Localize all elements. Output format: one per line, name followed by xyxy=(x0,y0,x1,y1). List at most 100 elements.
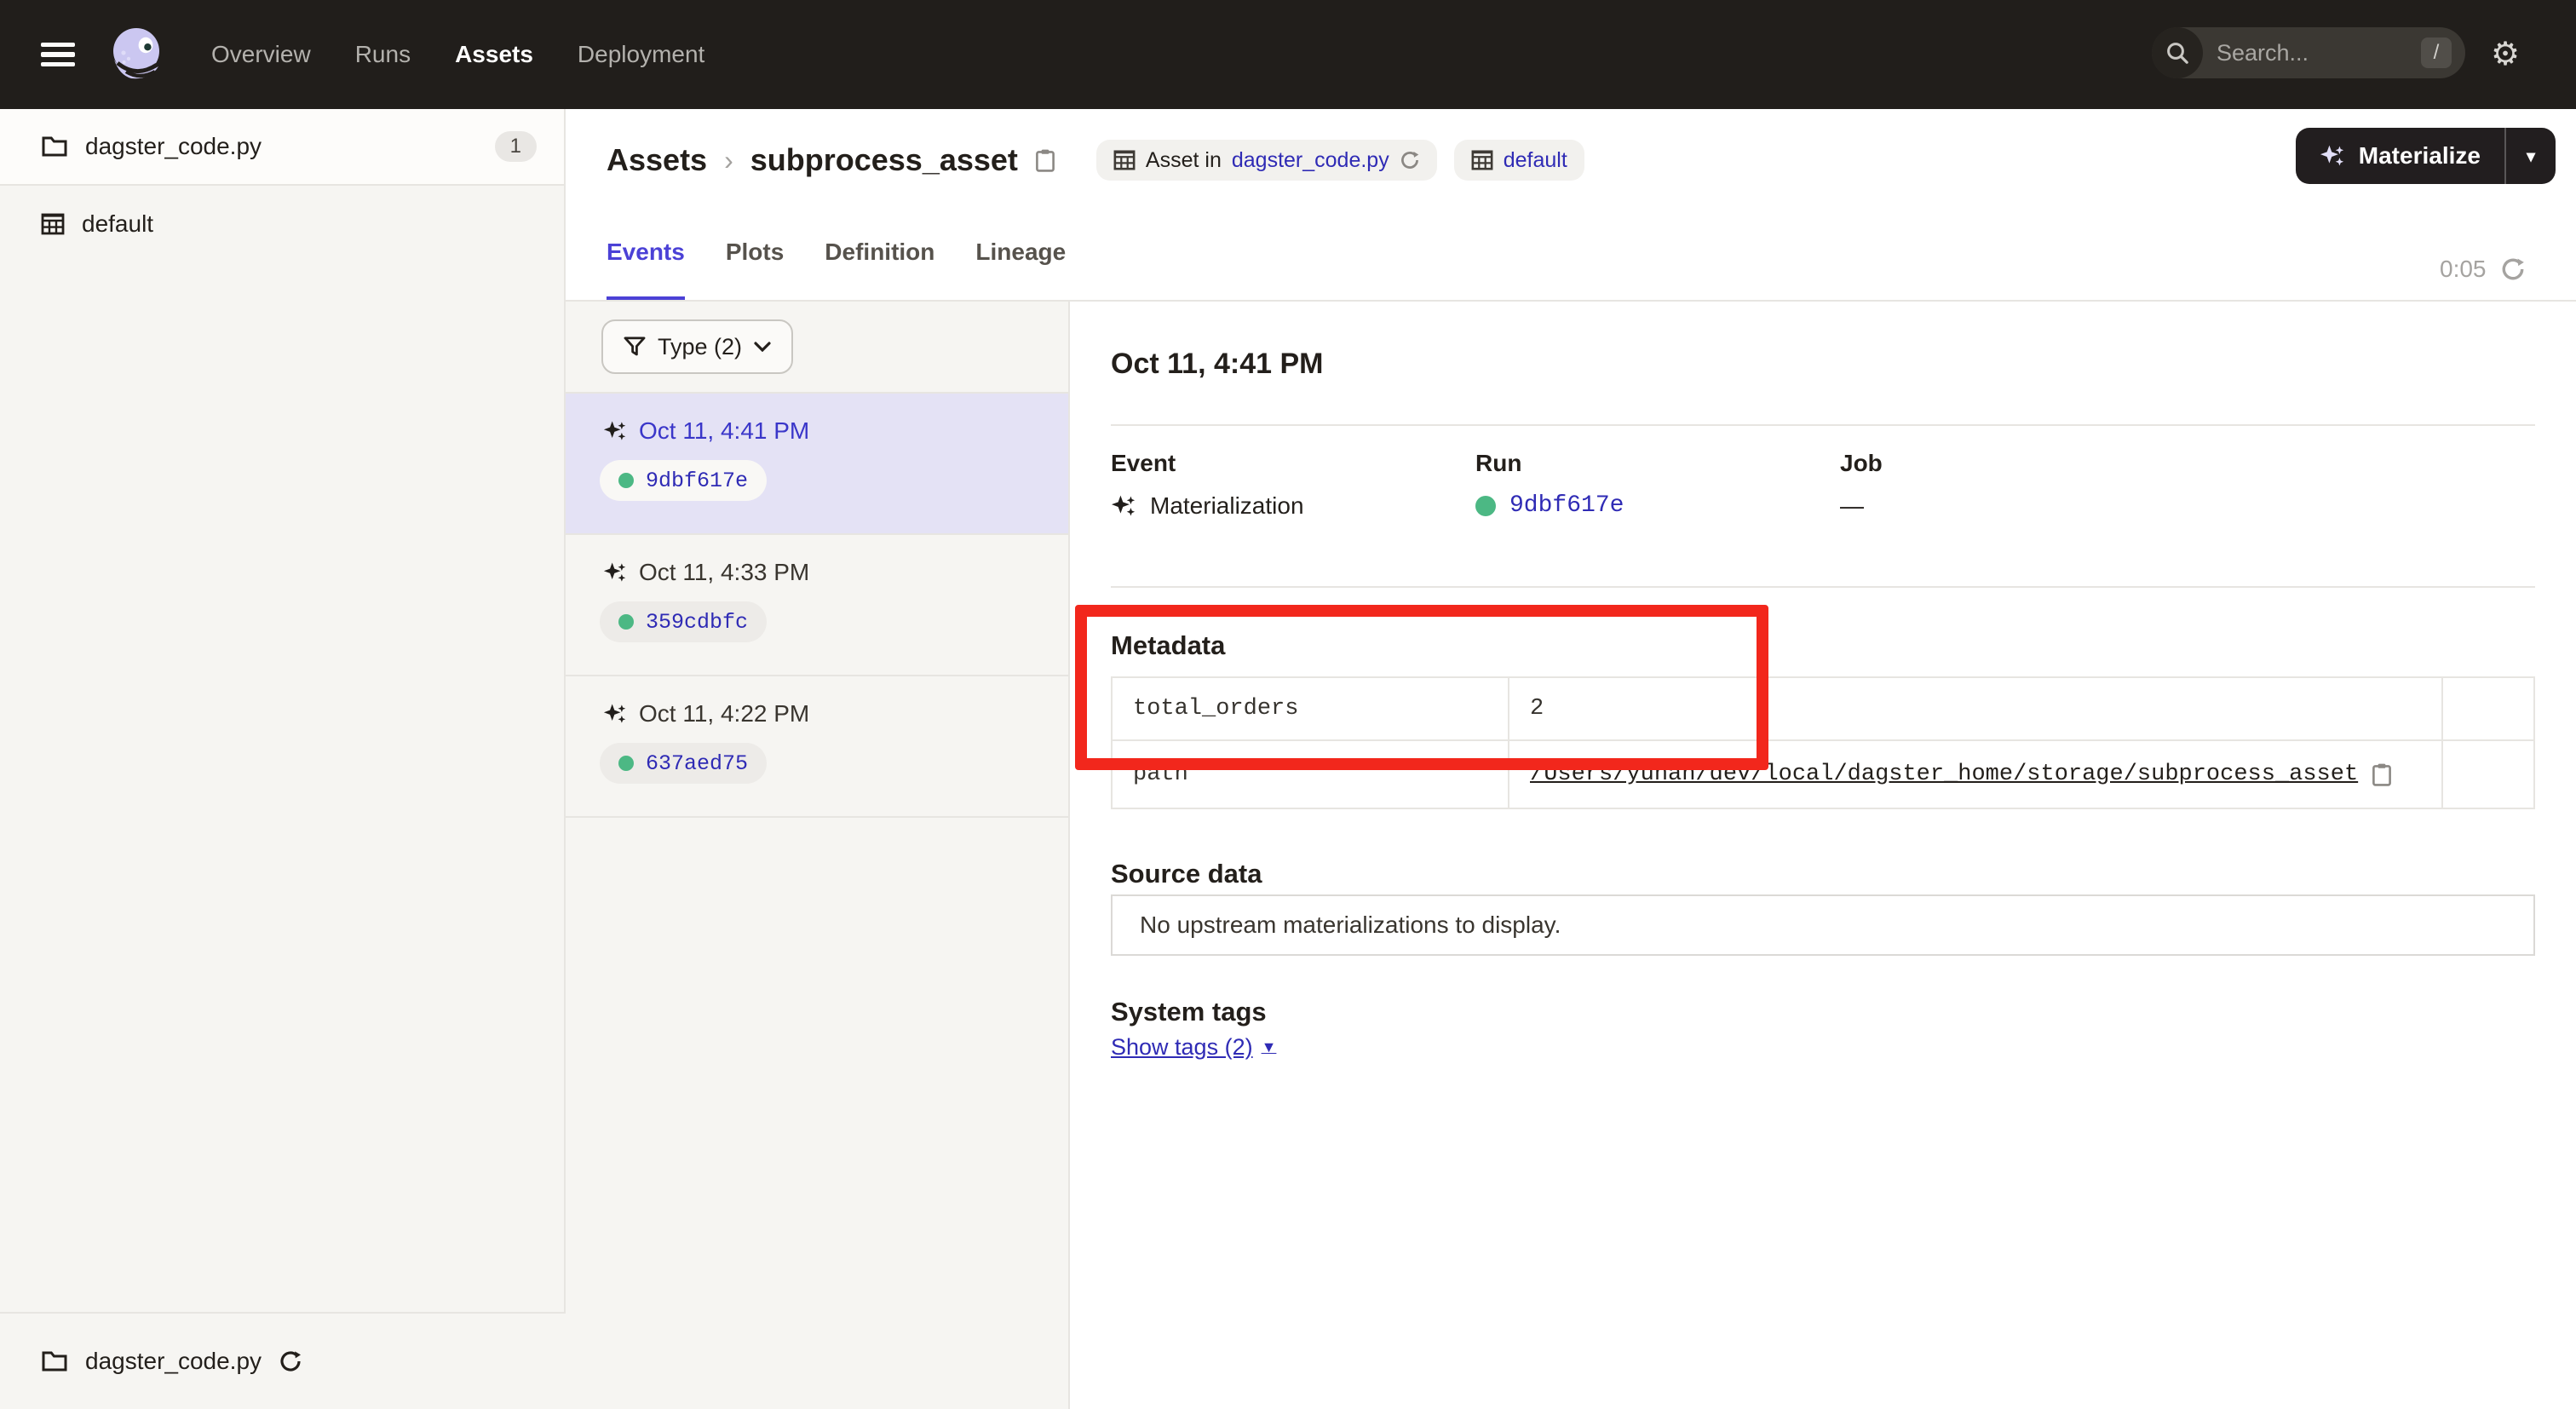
type-filter-button[interactable]: Type (2) xyxy=(601,319,793,374)
run-value: 9dbf617e xyxy=(1475,492,1624,519)
breadcrumb-assets-link[interactable]: Assets xyxy=(607,142,707,178)
asset-location-tag[interactable]: Asset in dagster_code.py xyxy=(1096,140,1437,181)
asset-in-prefix: Asset in xyxy=(1146,148,1222,173)
dagster-app-window: Overview Runs Assets Deployment Search..… xyxy=(0,0,2576,1409)
code-location-link[interactable]: dagster_code.py xyxy=(1232,148,1389,173)
refresh-icon[interactable] xyxy=(2500,256,2526,282)
repo-grid-icon xyxy=(41,212,65,236)
filter-funnel-icon xyxy=(624,336,646,357)
run-success-dot xyxy=(618,614,634,630)
nav-item-runs[interactable]: Runs xyxy=(355,41,411,68)
nav-item-deployment[interactable]: Deployment xyxy=(578,41,704,68)
search-input[interactable]: Search... / xyxy=(2152,27,2465,78)
run-id-pill[interactable]: 9dbf617e xyxy=(600,460,767,501)
materialization-sparkle-icon xyxy=(603,419,627,443)
metadata-key: total_orders xyxy=(1112,677,1509,740)
path-link[interactable]: /Users/yuhan/dev/local/dagster_home/stor… xyxy=(1530,762,2358,787)
auto-refresh-timer: 0:05 xyxy=(2440,256,2526,283)
reload-icon[interactable] xyxy=(279,1349,302,1373)
tab-definition[interactable]: Definition xyxy=(825,239,934,302)
gear-icon[interactable]: ⚙ xyxy=(2491,36,2520,73)
folder-icon xyxy=(41,1349,68,1373)
search-placeholder: Search... xyxy=(2217,40,2421,66)
dagster-logo-icon[interactable] xyxy=(106,24,167,85)
event-list-item[interactable]: Oct 11, 4:33 PM 359cdbfc xyxy=(566,535,1068,676)
run-id: 637aed75 xyxy=(646,751,748,776)
materialize-button[interactable]: Materialize xyxy=(2296,142,2504,170)
source-data-heading: Source data xyxy=(1111,859,1262,889)
copy-path-icon[interactable] xyxy=(2372,762,2392,786)
event-time: Oct 11, 4:33 PM xyxy=(639,559,809,586)
job-column-label: Job xyxy=(1840,450,1883,477)
metadata-expand-cell xyxy=(2442,740,2534,808)
event-list-item[interactable]: Oct 11, 4:22 PM 637aed75 xyxy=(566,676,1068,818)
breadcrumb: Assets › subprocess_asset Asset in dagst… xyxy=(607,140,1584,181)
materialize-split-button: Materialize ▾ xyxy=(2296,128,2556,184)
system-tags-heading: System tags xyxy=(1111,997,1267,1027)
hamburger-menu-icon[interactable] xyxy=(41,43,75,66)
caret-down-icon: ▼ xyxy=(1262,1038,1277,1056)
nav-item-assets[interactable]: Assets xyxy=(455,41,533,68)
materialization-sparkle-icon xyxy=(1111,493,1136,519)
metadata-value: /Users/yuhan/dev/local/dagster_home/stor… xyxy=(1509,740,2442,808)
type-filter-label: Type (2) xyxy=(658,334,742,360)
materialize-label: Materialize xyxy=(2359,142,2481,170)
group-label: default xyxy=(82,210,537,238)
divider xyxy=(1111,424,2535,426)
search-icon xyxy=(2152,27,2203,78)
event-list-item[interactable]: Oct 11, 4:41 PM 9dbf617e xyxy=(566,394,1068,535)
nav-item-overview[interactable]: Overview xyxy=(211,41,311,68)
breadcrumb-separator: › xyxy=(724,145,733,176)
sidebar-footer-code-location[interactable]: dagster_code.py xyxy=(0,1312,566,1409)
event-detail-panel: Oct 11, 4:41 PM Event Run Job Materializ… xyxy=(1070,302,2576,1409)
tab-plots[interactable]: Plots xyxy=(726,239,784,302)
run-success-dot xyxy=(618,756,634,771)
tab-events[interactable]: Events xyxy=(607,239,685,302)
run-id: 9dbf617e xyxy=(646,469,748,493)
materialize-dropdown-caret[interactable]: ▾ xyxy=(2506,146,2556,167)
sidebar-item-code-location[interactable]: dagster_code.py 1 xyxy=(0,109,564,186)
event-time: Oct 11, 4:22 PM xyxy=(639,700,809,728)
reload-icon[interactable] xyxy=(1400,150,1420,170)
metadata-table: total_orders 2 path /Users/yuhan/dev/loc… xyxy=(1111,676,2535,809)
metadata-row-total-orders: total_orders 2 xyxy=(1112,677,2534,740)
nav-links: Overview Runs Assets Deployment xyxy=(211,0,704,109)
sidebar-item-default-group[interactable]: default xyxy=(0,186,564,262)
event-detail-title: Oct 11, 4:41 PM xyxy=(1111,348,1323,381)
event-type-value: Materialization xyxy=(1111,492,1304,520)
show-tags-toggle[interactable]: Show tags (2) ▼ xyxy=(1111,1034,1276,1061)
footer-code-location-label: dagster_code.py xyxy=(85,1348,262,1375)
grid-icon xyxy=(1113,149,1136,171)
run-id-link[interactable]: 9dbf617e xyxy=(1509,492,1624,519)
metadata-heading: Metadata xyxy=(1111,630,1225,661)
chevron-down-icon xyxy=(754,342,771,352)
run-success-dot xyxy=(1475,496,1496,516)
run-id-pill[interactable]: 637aed75 xyxy=(600,743,767,784)
event-column-label: Event xyxy=(1111,450,1176,477)
events-list-panel: Type (2) Oct 11, 4:41 PM 9dbf617e Oct 11… xyxy=(566,302,1070,1409)
metadata-row-path: path /Users/yuhan/dev/local/dagster_home… xyxy=(1112,740,2534,808)
folder-icon xyxy=(41,135,68,158)
copy-asset-name-icon[interactable] xyxy=(1035,148,1055,172)
materialization-sparkle-icon xyxy=(603,561,627,584)
run-success-dot xyxy=(618,473,634,488)
code-location-label: dagster_code.py xyxy=(85,133,478,160)
timer-value: 0:05 xyxy=(2440,256,2487,283)
top-navbar: Overview Runs Assets Deployment Search..… xyxy=(0,0,2576,109)
source-data-empty-box: No upstream materializations to display. xyxy=(1111,894,2535,956)
metadata-value: 2 xyxy=(1509,677,2442,740)
divider xyxy=(1111,586,2535,588)
asset-count-badge: 1 xyxy=(495,131,537,162)
events-filter-row: Type (2) xyxy=(566,302,1068,394)
grid-icon xyxy=(1471,149,1493,171)
page-title: subprocess_asset xyxy=(750,142,1018,178)
run-id-pill[interactable]: 359cdbfc xyxy=(600,601,767,642)
run-id: 359cdbfc xyxy=(646,610,748,635)
job-value: — xyxy=(1840,492,1864,520)
search-shortcut-badge: / xyxy=(2421,37,2452,68)
tab-lineage[interactable]: Lineage xyxy=(975,239,1066,302)
group-link[interactable]: default xyxy=(1504,148,1567,173)
asset-groups-sidebar: dagster_code.py 1 default dagster_code.p… xyxy=(0,109,566,1409)
metadata-key: path xyxy=(1112,740,1509,808)
asset-group-tag[interactable]: default xyxy=(1454,140,1584,181)
